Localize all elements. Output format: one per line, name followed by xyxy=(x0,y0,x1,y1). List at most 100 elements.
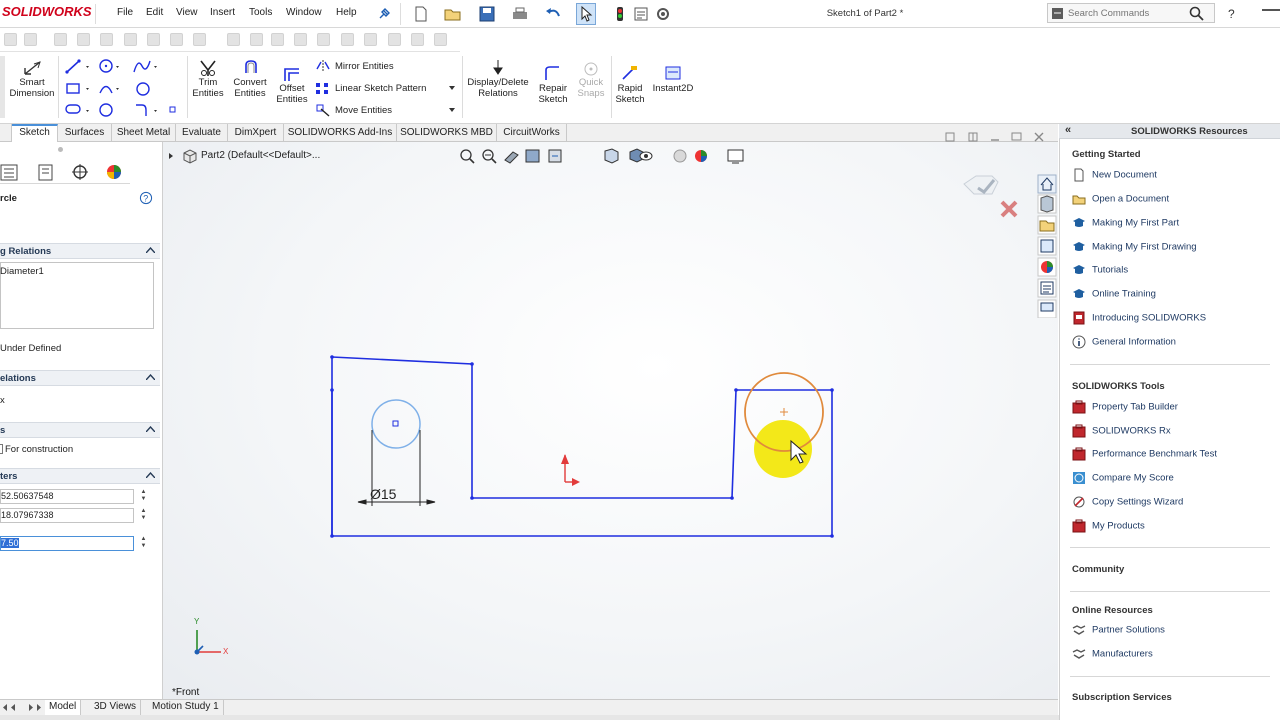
tab-sheet-metal[interactable]: Sheet Metal xyxy=(112,124,176,142)
close-icon[interactable] xyxy=(1034,132,1044,142)
relation-item[interactable]: Diameter1 xyxy=(0,266,44,277)
instant2d-button[interactable]: Instant2D xyxy=(650,56,696,118)
arc-icon[interactable] xyxy=(99,85,113,94)
search-input[interactable] xyxy=(1068,4,1188,22)
collapse-icon[interactable] xyxy=(146,374,155,380)
forum-icon[interactable] xyxy=(1037,299,1057,318)
collapse-icon[interactable] xyxy=(146,472,155,478)
appearances-icon[interactable] xyxy=(1037,257,1057,277)
move-entities-button[interactable]: Move Entities xyxy=(313,102,458,120)
new-document-icon[interactable] xyxy=(413,5,429,23)
construction-checkbox[interactable] xyxy=(0,444,3,454)
menu-window[interactable]: Window xyxy=(286,7,322,18)
configuration-manager-icon[interactable] xyxy=(71,163,89,181)
making-first-drawing-link[interactable]: Making My First Drawing xyxy=(1072,240,1197,256)
property-manager-icon[interactable] xyxy=(37,164,55,181)
tab-solidworks-mbd[interactable]: SOLIDWORKS MBD xyxy=(397,124,497,142)
tab-hidden[interactable] xyxy=(0,124,12,142)
solidworks-logo[interactable]: SOLIDWORKS xyxy=(2,4,92,24)
chevron-down-icon[interactable] xyxy=(449,108,455,112)
collapse-pane-icon[interactable]: « xyxy=(1065,124,1071,136)
search-commands-box[interactable] xyxy=(1047,3,1215,23)
display-delete-relations-button[interactable]: Display/Delete Relations xyxy=(463,56,533,118)
open-document-link[interactable]: Open a Document xyxy=(1072,192,1169,208)
fillet-icon[interactable] xyxy=(99,103,113,117)
performance-benchmark-link[interactable]: Performance Benchmark Test xyxy=(1072,447,1217,463)
general-information-link[interactable]: General Information xyxy=(1072,335,1176,351)
menu-view[interactable]: View xyxy=(176,7,198,18)
existing-relations-header[interactable]: g Relations xyxy=(0,243,160,259)
minimize-icon[interactable] xyxy=(1262,9,1280,11)
compare-my-score-link[interactable]: Compare My Score xyxy=(1072,471,1174,487)
radius-spinner[interactable]: ▲ ▼ xyxy=(139,536,148,551)
offset-entities-button[interactable]: Offset Entities xyxy=(273,56,311,118)
feature-manager-icon[interactable] xyxy=(0,164,20,181)
tab-evaluate[interactable]: Evaluate xyxy=(176,124,228,142)
splitter-grip[interactable] xyxy=(58,147,63,152)
trim-entities-button[interactable]: Trim Entities xyxy=(190,56,226,118)
radius-field[interactable]: 7.50 xyxy=(0,536,134,551)
view-palette-icon[interactable] xyxy=(1037,236,1057,256)
polygon-icon[interactable] xyxy=(136,82,150,96)
solidworks-rx-link[interactable]: SOLIDWORKS Rx xyxy=(1072,424,1171,440)
tile-icon[interactable] xyxy=(968,132,978,142)
tab-scroll-arrows[interactable] xyxy=(2,703,42,712)
menu-edit[interactable]: Edit xyxy=(146,7,163,18)
spline-icon[interactable] xyxy=(133,60,151,73)
linear-sketch-pattern-button[interactable]: Linear Sketch Pattern xyxy=(313,80,458,98)
tab-dimxpert[interactable]: DimXpert xyxy=(228,124,284,142)
line-icon[interactable] xyxy=(65,59,81,74)
add-relations-header[interactable]: elations xyxy=(0,370,160,386)
tab-sketch[interactable]: Sketch xyxy=(12,124,58,142)
tutorials-link[interactable]: Tutorials xyxy=(1072,263,1128,279)
rapid-sketch-button[interactable]: Rapid Sketch xyxy=(612,56,648,118)
dimensioned-circle[interactable] xyxy=(371,399,421,449)
collapse-icon[interactable] xyxy=(146,426,155,432)
options-gear-icon[interactable] xyxy=(655,5,671,23)
manufacturers-link[interactable]: Manufacturers xyxy=(1072,647,1153,663)
traffic-light-icon[interactable] xyxy=(613,5,627,23)
file-properties-icon[interactable] xyxy=(633,5,649,23)
online-training-link[interactable]: Online Training xyxy=(1072,287,1156,303)
open-folder-icon[interactable] xyxy=(444,5,464,23)
center-x-spinner[interactable]: ▲ ▼ xyxy=(139,489,148,504)
add-relation-item[interactable]: x xyxy=(0,395,5,406)
maximize-icon[interactable] xyxy=(1011,132,1022,141)
tab-motion-study[interactable]: Motion Study 1 xyxy=(148,700,224,715)
home-icon[interactable] xyxy=(1037,174,1057,194)
tab-model[interactable]: Model xyxy=(45,700,82,715)
tab-3d-views[interactable]: 3D Views xyxy=(90,700,142,715)
circle-icon[interactable] xyxy=(99,59,113,73)
print-icon[interactable] xyxy=(511,5,529,23)
new-document-link[interactable]: New Document xyxy=(1072,168,1157,184)
help-icon[interactable]: ? xyxy=(1225,6,1241,22)
menu-insert[interactable]: Insert xyxy=(210,7,235,18)
tab-surfaces[interactable]: Surfaces xyxy=(58,124,112,142)
file-explorer-icon[interactable] xyxy=(1037,215,1057,235)
menu-tools[interactable]: Tools xyxy=(249,7,272,18)
parameters-header[interactable]: ters xyxy=(0,468,160,484)
rectangle-icon[interactable] xyxy=(66,83,80,94)
mirror-entities-button[interactable]: Mirror Entities xyxy=(313,58,458,76)
copy-settings-wizard-link[interactable]: Copy Settings Wizard xyxy=(1072,495,1183,511)
property-tab-builder-link[interactable]: Property Tab Builder xyxy=(1072,400,1178,416)
display-manager-icon[interactable] xyxy=(105,163,123,181)
chamfer-icon[interactable] xyxy=(136,104,147,116)
center-x-field[interactable]: 52.50637548 xyxy=(0,489,134,504)
collapse-icon[interactable] xyxy=(146,247,155,253)
center-y-field[interactable]: 18.07967338 xyxy=(0,508,134,523)
custom-properties-icon[interactable] xyxy=(1037,278,1057,298)
tab-solidworks-add-ins[interactable]: SOLIDWORKS Add-Ins xyxy=(284,124,397,142)
restore-icon[interactable] xyxy=(945,132,955,142)
tab-circuitworks[interactable]: CircuitWorks xyxy=(497,124,567,142)
menu-file[interactable]: File xyxy=(117,7,133,18)
search-icon[interactable] xyxy=(1189,6,1205,22)
convert-entities-button[interactable]: Convert Entities xyxy=(229,56,271,118)
options-header[interactable]: s xyxy=(0,422,160,438)
menu-help[interactable]: Help xyxy=(336,7,357,18)
diameter-dimension-text[interactable]: Ø15 xyxy=(370,486,396,502)
design-library-icon[interactable] xyxy=(1037,194,1057,214)
point-icon[interactable] xyxy=(169,106,176,113)
my-products-link[interactable]: My Products xyxy=(1072,519,1145,535)
pin-icon[interactable] xyxy=(377,7,391,21)
